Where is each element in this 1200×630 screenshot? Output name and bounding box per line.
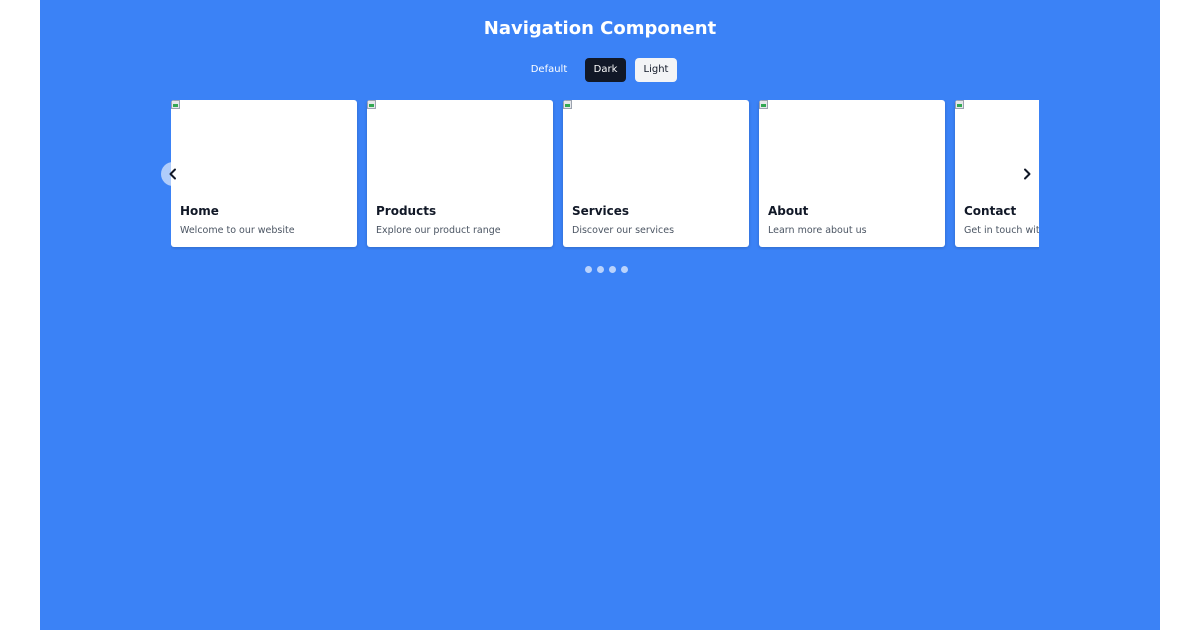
chevron-right-icon [1024, 168, 1031, 180]
card-title: About [768, 204, 809, 218]
variant-light-button[interactable]: Light [635, 58, 677, 82]
card-title: Services [572, 204, 630, 218]
card-description: Learn more about us [768, 225, 867, 236]
card-image [367, 100, 553, 196]
carousel-card-products[interactable]: Products Explore our product range [367, 100, 553, 247]
card-title: Contact [964, 204, 1017, 218]
carousel-dot-2[interactable] [597, 266, 604, 273]
carousel-viewport: Home Welcome to our website Products Exp… [171, 100, 1039, 250]
card-description: Explore our product range [376, 225, 501, 236]
carousel-card-services[interactable]: Services Discover our services [563, 100, 749, 247]
broken-image-icon [955, 100, 964, 109]
carousel-dot-4[interactable] [621, 266, 628, 273]
broken-image-icon [171, 100, 180, 109]
carousel-next-button[interactable] [1015, 162, 1039, 186]
carousel-card-home[interactable]: Home Welcome to our website [171, 100, 357, 247]
carousel-dot-3[interactable] [609, 266, 616, 273]
page-background: Navigation Component Default Dark Light … [40, 0, 1160, 630]
variant-default-button[interactable]: Default [523, 58, 575, 82]
card-description: Get in touch with us [964, 225, 1039, 236]
card-title: Home [180, 204, 219, 218]
card-title: Products [376, 204, 437, 218]
chevron-left-icon [169, 168, 176, 180]
card-image [563, 100, 749, 196]
page-title: Navigation Component [483, 18, 717, 39]
card-image [759, 100, 945, 196]
broken-image-icon [563, 100, 572, 109]
card-description: Welcome to our website [180, 225, 295, 236]
variant-dark-button[interactable]: Dark [585, 58, 626, 82]
carousel-prev-button[interactable] [161, 162, 185, 186]
carousel-card-about[interactable]: About Learn more about us [759, 100, 945, 247]
card-description: Discover our services [572, 225, 675, 236]
carousel-dot-1[interactable] [585, 266, 592, 273]
broken-image-icon [759, 100, 768, 109]
card-image [171, 100, 357, 196]
broken-image-icon [367, 100, 376, 109]
